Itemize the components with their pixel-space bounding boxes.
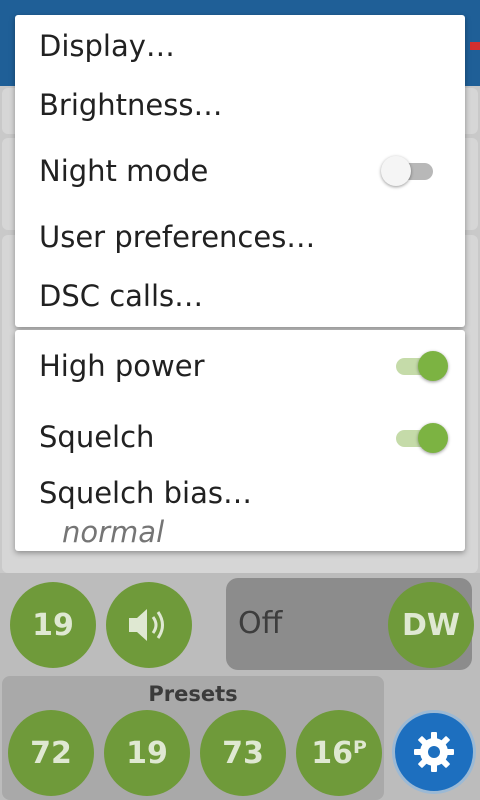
speaker-button[interactable]: [106, 582, 192, 668]
menu-item-dsc-calls[interactable]: DSC calls…: [39, 279, 203, 313]
radio-menu: High power Squelch Squelch bias… normal: [15, 330, 465, 551]
menu-item-display[interactable]: Display…: [39, 29, 175, 63]
gear-icon: [414, 732, 454, 772]
preset-button-1[interactable]: 72: [8, 710, 94, 796]
toggle-thumb: [381, 156, 411, 186]
squelch-toggle[interactable]: [392, 420, 448, 456]
preset-button-2[interactable]: 19: [104, 710, 190, 796]
channel-button[interactable]: 19: [10, 582, 96, 668]
menu-item-user-preferences[interactable]: User preferences…: [39, 220, 315, 254]
preset-button-3[interactable]: 73: [200, 710, 286, 796]
preset-button-4[interactable]: 16ᴾ: [296, 710, 382, 796]
menu-item-high-power[interactable]: High power: [39, 349, 205, 383]
night-mode-toggle[interactable]: [381, 153, 437, 189]
menu-item-night-mode[interactable]: Night mode: [39, 154, 208, 188]
dual-watch-button[interactable]: DW: [388, 582, 474, 668]
squelch-bias-value: normal: [62, 515, 165, 549]
toggle-thumb: [418, 423, 448, 453]
dual-watch-status: Off: [238, 606, 283, 641]
high-power-toggle[interactable]: [392, 348, 448, 384]
toggle-thumb: [418, 351, 448, 381]
menu-item-brightness[interactable]: Brightness…: [39, 88, 222, 122]
presets-label: Presets: [148, 682, 238, 706]
speaker-icon: [129, 609, 164, 641]
menu-item-squelch-bias[interactable]: Squelch bias…: [39, 476, 252, 510]
status-indicator: [470, 42, 480, 50]
settings-menu: Display… Brightness… Night mode User pre…: [15, 15, 465, 327]
settings-button[interactable]: [392, 710, 476, 794]
menu-item-squelch[interactable]: Squelch: [39, 420, 154, 454]
